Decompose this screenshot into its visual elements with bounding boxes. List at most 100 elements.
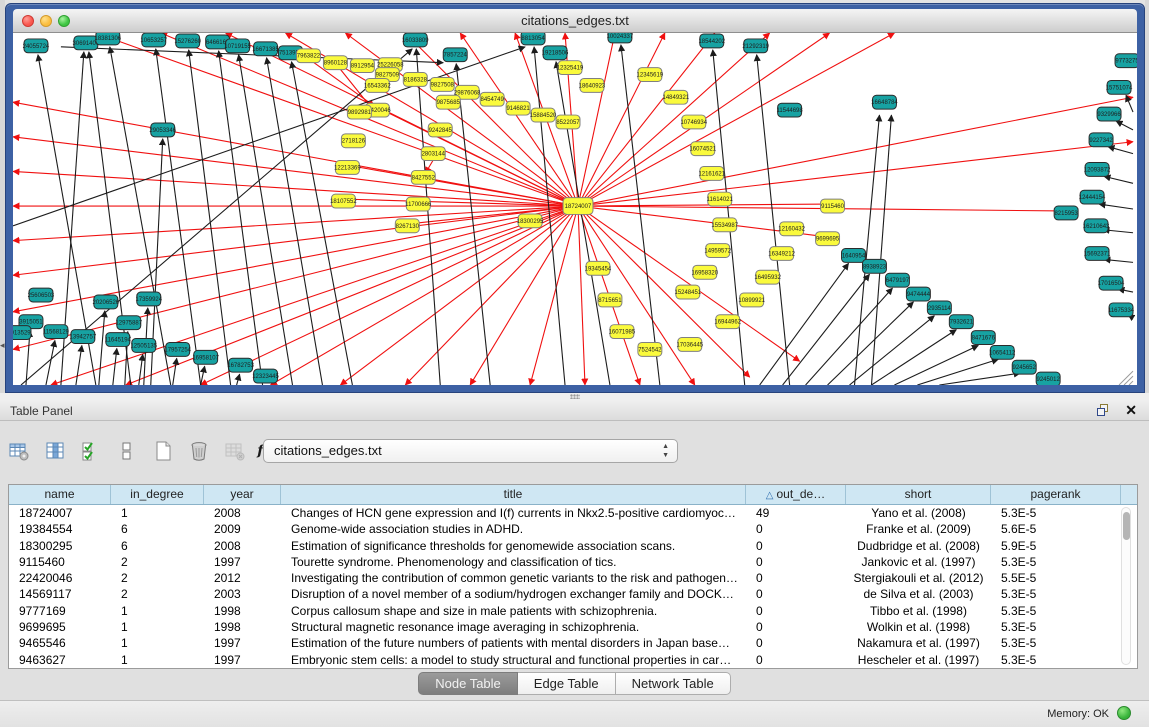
- tab-edge-table[interactable]: Edge Table: [518, 672, 616, 695]
- graph-node-yellow[interactable]: 18107552: [330, 194, 357, 208]
- column-header-title[interactable]: title: [281, 485, 746, 504]
- graph-node-yellow[interactable]: 9699695: [816, 232, 840, 246]
- graph-edge[interactable]: [113, 348, 117, 385]
- table-row[interactable]: 1872400712008Changes of HCN gene express…: [9, 505, 1137, 521]
- graph-edge[interactable]: [340, 206, 578, 385]
- graph-node-teal[interactable]: 17359924: [135, 292, 162, 306]
- column-header-name[interactable]: name: [9, 485, 111, 504]
- graph-node-yellow[interactable]: 10899921: [738, 293, 765, 307]
- table-row[interactable]: 946554611997Estimation of the future num…: [9, 635, 1137, 651]
- row-check-icon[interactable]: [80, 440, 102, 462]
- table-row[interactable]: 977716911998Corpus callosum shape and si…: [9, 603, 1137, 619]
- graph-edge[interactable]: [189, 50, 231, 385]
- graph-node-teal[interactable]: 8813054: [521, 33, 545, 45]
- graph-edge[interactable]: [871, 115, 891, 385]
- graph-node-yellow[interactable]: 16074521: [689, 142, 716, 156]
- column-header-in_degree[interactable]: in_degree: [111, 485, 204, 504]
- graph-edge[interactable]: [173, 358, 177, 385]
- graph-node-yellow[interactable]: 8960128: [323, 56, 347, 70]
- graph-node-teal[interactable]: 11645194: [105, 333, 132, 347]
- graph-node-teal[interactable]: 8471676: [971, 331, 995, 345]
- graph-node-yellow[interactable]: 9892981: [347, 105, 371, 119]
- graph-node-yellow[interactable]: 18724007: [563, 198, 593, 215]
- column-selector-icon[interactable]: [44, 440, 66, 462]
- network-canvas[interactable]: 2405572430691406183813061065325715276260…: [13, 33, 1137, 385]
- graph-node-teal[interactable]: 9474444: [906, 287, 930, 301]
- table-scrollbar[interactable]: [1121, 507, 1131, 665]
- graph-node-yellow[interactable]: 14849321: [663, 90, 690, 104]
- graph-node-teal[interactable]: 16210643: [1083, 219, 1110, 233]
- splitter-handle-icon[interactable]: [570, 394, 580, 399]
- graph-edge[interactable]: [806, 288, 893, 385]
- graph-edge[interactable]: [201, 366, 205, 385]
- graph-node-teal[interactable]: 1640954: [842, 249, 866, 263]
- column-header-out_de[interactable]: △out_de…: [746, 485, 846, 504]
- graph-node-yellow[interactable]: 8912954: [350, 59, 374, 73]
- graph-node-yellow[interactable]: 19345454: [585, 261, 612, 275]
- graph-node-yellow[interactable]: 9242845: [428, 123, 452, 137]
- graph-node-yellow[interactable]: 14959572: [704, 244, 731, 258]
- tab-node-table[interactable]: Node Table: [418, 672, 518, 695]
- graph-edge[interactable]: [13, 206, 578, 275]
- graph-node-teal[interactable]: 11675334: [1108, 303, 1135, 317]
- graph-node-teal[interactable]: 19218506: [542, 46, 569, 60]
- rows-icon[interactable]: [116, 440, 138, 462]
- graph-node-yellow[interactable]: 16071985: [609, 325, 636, 339]
- graph-node-teal[interactable]: 16671385: [252, 42, 279, 56]
- graph-node-teal[interactable]: 9773275: [1115, 54, 1137, 68]
- graph-edge[interactable]: [456, 64, 490, 385]
- graph-node-teal[interactable]: 15751074: [1106, 80, 1133, 94]
- graph-node-yellow[interactable]: 8427552: [411, 170, 435, 184]
- graph-node-yellow[interactable]: 8715651: [598, 293, 622, 307]
- graph-node-teal[interactable]: 18544202: [698, 34, 725, 48]
- graph-node-yellow[interactable]: 16349212: [768, 247, 795, 261]
- graph-node-teal[interactable]: 8938923: [862, 259, 886, 273]
- graph-node-yellow[interactable]: 8267130: [395, 219, 419, 233]
- table-row[interactable]: 1938455462009Genome-wide association stu…: [9, 521, 1137, 537]
- graph-node-teal[interactable]: 2935114: [927, 301, 951, 315]
- graph-edge[interactable]: [271, 206, 578, 385]
- table-select-combo[interactable]: citations_edges.txt ▲▼: [263, 439, 678, 463]
- graph-node-teal[interactable]: 10024337: [607, 33, 634, 43]
- graph-node-yellow[interactable]: 9827508: [430, 77, 454, 91]
- graph-edge[interactable]: [578, 206, 585, 385]
- graph-edge[interactable]: [578, 33, 770, 206]
- graph-node-yellow[interactable]: 16944962: [714, 315, 741, 329]
- graph-node-yellow[interactable]: 8454749: [480, 92, 504, 106]
- import-table-icon[interactable]: [224, 440, 246, 462]
- graph-node-yellow[interactable]: 17036445: [676, 338, 703, 352]
- graph-edge[interactable]: [99, 311, 105, 385]
- graph-edge[interactable]: [380, 108, 578, 206]
- graph-node-yellow[interactable]: 2718126: [341, 134, 365, 148]
- table-row[interactable]: 1830029562008Estimation of significance …: [9, 538, 1137, 554]
- graph-node-yellow[interactable]: 10746934: [680, 115, 707, 129]
- graph-node-teal[interactable]: 24055724: [23, 39, 50, 53]
- graph-edge[interactable]: [51, 206, 578, 385]
- graph-edge[interactable]: [139, 354, 143, 385]
- graph-node-yellow[interactable]: 7963822: [296, 49, 320, 63]
- table-row[interactable]: 911546021997Tourette syndrome. Phenomeno…: [9, 554, 1137, 570]
- graph-edge[interactable]: [1099, 204, 1133, 209]
- graph-edge[interactable]: [219, 51, 263, 385]
- graph-node-teal[interactable]: 10719155: [224, 39, 251, 53]
- graph-node-yellow[interactable]: 8522057: [556, 115, 580, 129]
- graph-node-teal[interactable]: 9245652: [1012, 360, 1036, 374]
- graph-node-yellow[interactable]: 8186328: [403, 73, 427, 87]
- new-table-icon[interactable]: [152, 440, 174, 462]
- graph-node-yellow[interactable]: 15248451: [674, 285, 701, 299]
- graph-edge[interactable]: [578, 33, 665, 206]
- graph-node-yellow[interactable]: 11700666: [405, 197, 432, 211]
- graph-node-teal[interactable]: 7932621: [949, 315, 973, 329]
- panel-splitter[interactable]: [0, 393, 1149, 400]
- tab-network-table[interactable]: Network Table: [616, 672, 731, 695]
- table-row[interactable]: 2242004622012Investigating the contribut…: [9, 570, 1137, 586]
- graph-edge[interactable]: [239, 55, 293, 385]
- graph-edge[interactable]: [13, 206, 578, 241]
- graph-edge[interactable]: [76, 345, 82, 385]
- graph-edge[interactable]: [530, 206, 578, 385]
- graph-node-teal[interactable]: 15276260: [174, 34, 201, 48]
- graph-edge[interactable]: [267, 58, 323, 385]
- graph-edge[interactable]: [1108, 147, 1133, 154]
- graph-node-yellow[interactable]: 9875685: [436, 95, 460, 109]
- graph-node-yellow[interactable]: 16495932: [754, 270, 781, 284]
